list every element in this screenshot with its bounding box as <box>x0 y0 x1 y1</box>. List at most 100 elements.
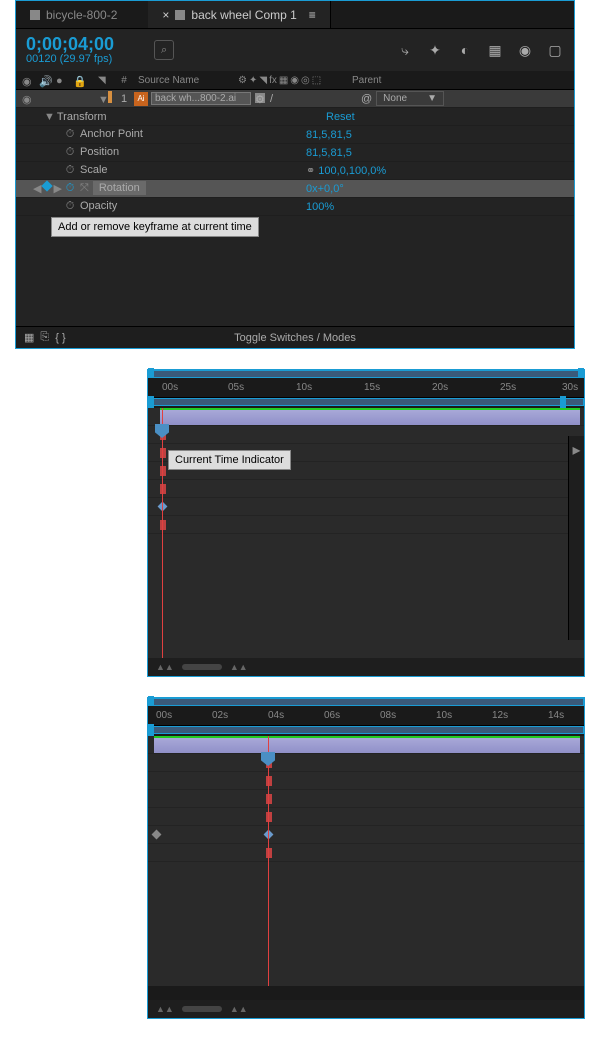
hide-shy-icon[interactable]: ◐ <box>456 41 474 59</box>
keyframe-marker[interactable] <box>266 776 272 786</box>
time-ruler[interactable]: 00s 02s 04s 06s 08s 10s 12s 14s <box>148 706 584 726</box>
prop-value[interactable]: 100,0,100,0% <box>318 165 386 177</box>
keyframe-marker[interactable] <box>266 794 272 804</box>
keyframe-marker[interactable] <box>160 466 166 476</box>
prop-value[interactable]: 81,5,81,5 <box>306 129 574 141</box>
keyframe-marker[interactable] <box>160 484 166 494</box>
comp-flowchart-icon[interactable]: ⤷ <box>396 41 414 59</box>
search-input[interactable]: ⌕ <box>154 40 174 60</box>
horizontal-scrollbar[interactable] <box>148 986 584 1000</box>
graph-editor-icon[interactable]: ▢ <box>546 41 564 59</box>
solo-icon[interactable]: ● <box>56 75 68 87</box>
zoom-in-icon[interactable]: ▲▲ <box>230 662 248 672</box>
label-col[interactable]: ◥ <box>98 75 114 86</box>
keyframe-marker[interactable] <box>160 448 166 458</box>
stopwatch-icon[interactable]: ⏱ <box>64 182 76 195</box>
tick: 15s <box>364 382 380 393</box>
graph-icon[interactable]: ⤧ <box>80 182 89 194</box>
parent-controls[interactable]: @ None ▼ <box>361 91 444 106</box>
twirl-icon[interactable]: ▼ <box>98 94 108 106</box>
framerate-label: 00120 (29.97 fps) <box>26 53 114 65</box>
layer-track[interactable] <box>148 736 584 754</box>
frame-blend-icon[interactable]: ▦ <box>486 41 504 59</box>
layer-name[interactable]: back wh...800-2.ai <box>151 92 251 105</box>
work-area-start-handle[interactable] <box>148 396 154 408</box>
time-ruler[interactable]: 00s 05s 10s 15s 20s 25s 30s <box>148 378 584 398</box>
zoom-slider[interactable] <box>182 1006 222 1012</box>
current-time-indicator[interactable] <box>162 408 163 658</box>
toggle-transparent-icon[interactable]: ▦ <box>24 331 34 344</box>
video-toggle[interactable]: ◉ <box>22 93 34 105</box>
current-timecode[interactable]: 0;00;04;00 <box>26 35 114 53</box>
zoom-slider[interactable] <box>182 664 222 670</box>
label-color[interactable] <box>108 91 112 103</box>
prop-scale[interactable]: ⏱ Scale ⚭ 100,0,100,0% <box>16 162 574 180</box>
prop-opacity[interactable]: ⏱Opacity 100% <box>16 198 574 216</box>
add-keyframe-button[interactable] <box>42 180 53 191</box>
layer-row[interactable]: ◉ ▼ 1 Ai back wh...800-2.ai ⚙ / @ None ▼ <box>16 90 574 108</box>
prop-value[interactable]: 81,5,81,5 <box>306 147 574 159</box>
work-area[interactable] <box>148 698 584 706</box>
stopwatch-icon[interactable]: ⏱ <box>64 164 76 177</box>
lock-icon[interactable]: 🔒 <box>73 75 85 87</box>
zoom-out-icon[interactable]: ▲▲ <box>156 662 174 672</box>
prop-rotation[interactable]: ◀ ▶ ⏱⤧Rotation 0x+0,0° <box>16 180 574 198</box>
layer-switches[interactable]: ⚙ / <box>251 93 361 105</box>
work-area[interactable] <box>148 370 584 378</box>
work-area-bar[interactable] <box>148 726 584 734</box>
tab-back-wheel[interactable]: × back wheel Comp 1 ≡ <box>148 1 330 28</box>
work-area-bar[interactable] <box>148 370 584 378</box>
draft-3d-icon[interactable]: ✦ <box>426 41 444 59</box>
video-icon[interactable]: ◉ <box>22 75 34 87</box>
timeline-tracks[interactable]: Current Time Indicator ▸ <box>148 408 584 658</box>
current-time-indicator[interactable] <box>268 736 269 986</box>
next-keyframe-icon[interactable]: ▶ <box>53 182 61 195</box>
prop-label: Scale <box>80 164 108 176</box>
prop-value[interactable]: 100% <box>306 201 574 213</box>
prop-value[interactable]: 0x+0,0° <box>306 183 574 195</box>
parent-dropdown[interactable]: None ▼ <box>376 91 444 106</box>
track-scale <box>148 808 584 826</box>
brackets-icon[interactable]: { } <box>55 332 65 344</box>
layer-track[interactable] <box>148 408 584 426</box>
stopwatch-icon[interactable]: ⏱ <box>64 128 76 141</box>
keyframe-marker[interactable] <box>266 848 272 858</box>
prop-anchor[interactable]: ⏱Anchor Point 81,5,81,5 <box>16 126 574 144</box>
pickwhip-icon[interactable]: @ <box>361 93 372 105</box>
keyframe-marker[interactable] <box>266 812 272 822</box>
close-icon[interactable]: × <box>162 8 169 22</box>
reset-link[interactable]: Reset <box>326 111 355 123</box>
transform-group[interactable]: ▼ Transform Reset <box>16 108 574 126</box>
work-area-lower[interactable] <box>148 398 584 408</box>
work-area-lower[interactable] <box>148 726 584 736</box>
track-anchor <box>148 772 584 790</box>
render-queue-icon[interactable]: ⎘ <box>40 331 49 344</box>
work-area-end-handle[interactable] <box>560 396 566 408</box>
keyframe-diamond[interactable] <box>152 830 162 840</box>
tab-menu-icon[interactable]: ≡ <box>309 8 316 22</box>
work-area-bar[interactable] <box>148 698 584 706</box>
track-transform <box>148 426 584 444</box>
prev-keyframe-icon[interactable]: ◀ <box>33 182 41 195</box>
toggle-switches-button[interactable]: Toggle Switches / Modes <box>234 332 356 344</box>
work-area-bar[interactable] <box>148 398 584 406</box>
twirl-icon[interactable]: ▼ <box>44 111 54 123</box>
link-icon[interactable]: ⚭ <box>306 165 315 177</box>
keyframe-marker[interactable] <box>160 520 166 530</box>
prop-position[interactable]: ⏱Position 81,5,81,5 <box>16 144 574 162</box>
timecode-block[interactable]: 0;00;04;00 00120 (29.97 fps) <box>26 35 114 65</box>
layer-duration-bar[interactable] <box>160 408 580 425</box>
stopwatch-icon[interactable]: ⏱ <box>64 200 76 213</box>
col-parent[interactable]: Parent <box>344 75 381 86</box>
comp-marker-icon[interactable]: ▸ <box>569 440 584 460</box>
col-switches: ⚙✦◥fx▦◉◎⬚ <box>234 75 344 86</box>
col-number[interactable]: # <box>114 75 134 86</box>
col-source-name[interactable]: Source Name <box>134 75 234 86</box>
tab-bicycle[interactable]: bicycle-800-2 × <box>16 1 148 28</box>
layer-duration-bar[interactable] <box>154 736 580 753</box>
work-area-start-handle[interactable] <box>148 724 154 736</box>
audio-icon[interactable]: 🔊 <box>39 75 51 87</box>
motion-blur-icon[interactable]: ◉ <box>516 41 534 59</box>
timeline-tracks[interactable] <box>148 736 584 986</box>
stopwatch-icon[interactable]: ⏱ <box>64 146 76 159</box>
